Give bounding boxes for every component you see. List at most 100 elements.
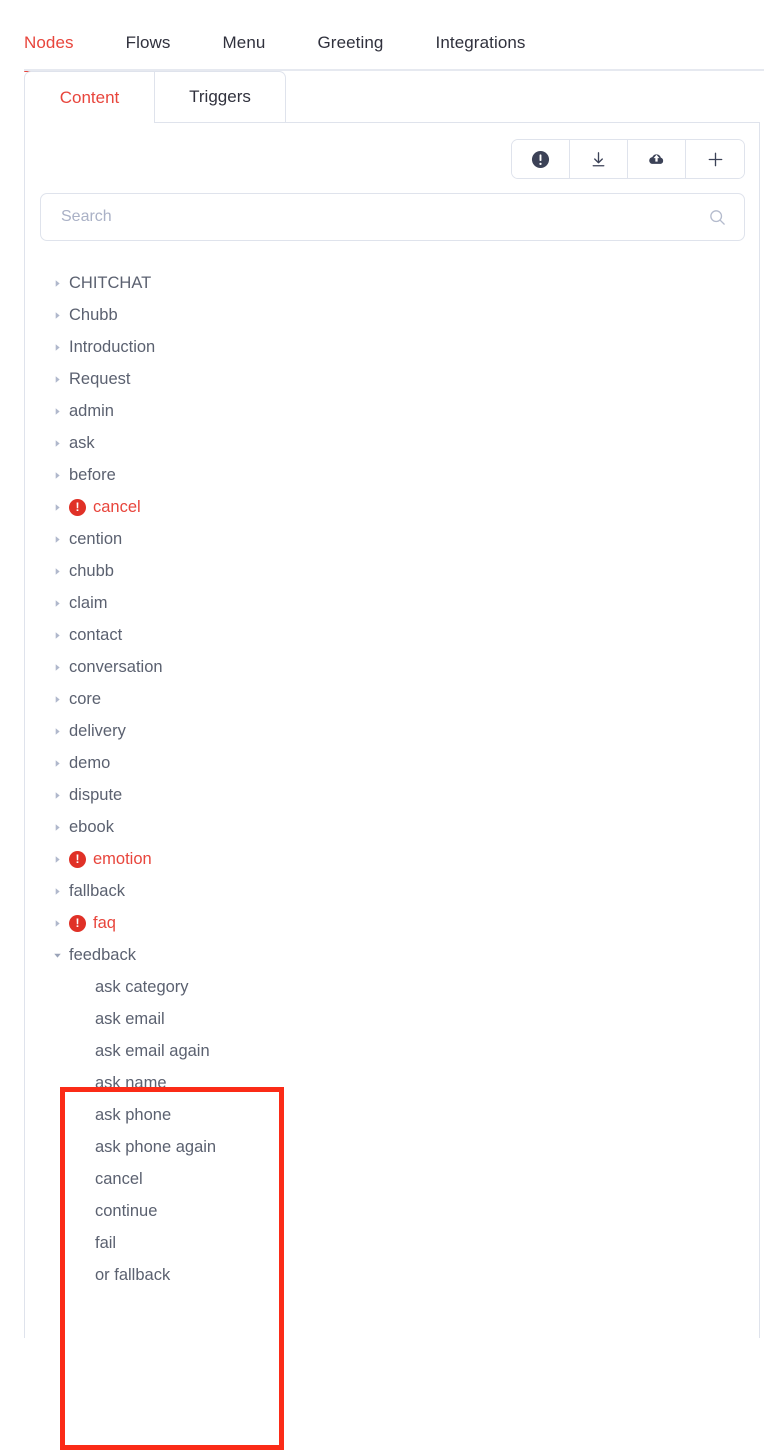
chevron-right-icon[interactable]	[53, 663, 69, 672]
chevron-right-icon[interactable]	[53, 791, 69, 800]
chevron-right-icon[interactable]	[53, 695, 69, 704]
topnav-item-nodes[interactable]: Nodes	[24, 34, 74, 72]
tree-child-row[interactable]: ask category	[25, 971, 759, 1003]
chevron-down-icon[interactable]	[53, 951, 69, 960]
chevron-right-icon[interactable]	[53, 759, 69, 768]
tree-child-row[interactable]: ask email	[25, 1003, 759, 1035]
tree-row[interactable]: Introduction	[25, 331, 759, 363]
cloud-upload-icon	[646, 149, 667, 170]
tree-row[interactable]: dispute	[25, 779, 759, 811]
panel-toolbar	[25, 123, 759, 179]
plus-icon	[706, 150, 725, 169]
chevron-right-icon[interactable]	[53, 631, 69, 640]
tree-row[interactable]: fallback	[25, 875, 759, 907]
tree-row-label: before	[69, 465, 116, 484]
search-icon[interactable]	[708, 208, 744, 227]
download-button[interactable]	[570, 140, 628, 178]
chevron-right-icon[interactable]	[53, 567, 69, 576]
tree-child-row[interactable]: ask phone	[25, 1099, 759, 1131]
tree-child-row[interactable]: fail	[25, 1227, 759, 1259]
chevron-right-icon[interactable]	[53, 855, 69, 864]
tree-child-row[interactable]: cancel	[25, 1163, 759, 1195]
add-node-button[interactable]	[686, 140, 744, 178]
top-navigation: Nodes Flows Menu Greeting Integrations	[0, 0, 764, 72]
tree-row[interactable]: ! emotion	[25, 843, 759, 875]
tree-row-label: CHITCHAT	[69, 273, 152, 292]
tree-child-row[interactable]: or fallback	[25, 1259, 759, 1291]
tree-row-label: Chubb	[69, 305, 118, 324]
chevron-right-icon[interactable]	[53, 727, 69, 736]
error-badge-icon: !	[69, 498, 86, 516]
top-navigation-items: Nodes Flows Menu Greeting Integrations	[0, 0, 764, 72]
tree-row-label: conversation	[69, 657, 163, 676]
tree-row-label: admin	[69, 401, 114, 420]
tab-content[interactable]: Content	[24, 71, 155, 123]
tree-row[interactable]: demo	[25, 747, 759, 779]
tree-row-label: chubb	[69, 561, 114, 580]
download-icon	[589, 150, 608, 169]
tree-row[interactable]: feedback	[25, 939, 759, 971]
toolbar-button-group	[511, 139, 745, 179]
topnav-item-flows[interactable]: Flows	[126, 34, 171, 71]
tree-row[interactable]: conversation	[25, 651, 759, 683]
tree-row[interactable]: before	[25, 459, 759, 491]
chevron-right-icon[interactable]	[53, 503, 69, 512]
tree-row-label: core	[69, 689, 102, 708]
tree-child-row[interactable]: ask name	[25, 1067, 759, 1099]
tree-row-label: ask email again	[95, 1041, 210, 1060]
chevron-right-icon[interactable]	[53, 343, 69, 352]
node-tree: CHITCHAT Chubb Introduction Request admin ask…	[25, 267, 759, 1291]
tree-row-label: feedback	[69, 945, 136, 964]
chevron-right-icon[interactable]	[53, 407, 69, 416]
tree-row[interactable]: ask	[25, 427, 759, 459]
tree-row-label: fallback	[69, 881, 125, 900]
nodes-panel: CHITCHAT Chubb Introduction Request admin ask…	[24, 122, 760, 1450]
tree-row-label: continue	[95, 1201, 158, 1220]
topnav-item-integrations[interactable]: Integrations	[436, 34, 526, 71]
chevron-right-icon[interactable]	[53, 535, 69, 544]
tree-row-label: fail	[95, 1233, 117, 1252]
tree-row[interactable]: ebook	[25, 811, 759, 843]
chevron-right-icon[interactable]	[53, 375, 69, 384]
chevron-right-icon[interactable]	[53, 919, 69, 928]
content-tab-strip: Content Triggers	[0, 71, 764, 123]
chevron-right-icon[interactable]	[53, 887, 69, 896]
tree-row-label: dispute	[69, 785, 123, 804]
tree-child-row[interactable]: ask email again	[25, 1035, 759, 1067]
tab-triggers[interactable]: Triggers	[155, 71, 286, 123]
tree-row[interactable]: core	[25, 683, 759, 715]
tree-row[interactable]: Request	[25, 363, 759, 395]
search-input[interactable]	[41, 194, 708, 240]
tree-row-label: contact	[69, 625, 123, 644]
tree-row[interactable]: chubb	[25, 555, 759, 587]
tree-row[interactable]: contact	[25, 619, 759, 651]
tree-row-label: cancel	[93, 497, 141, 516]
chevron-right-icon[interactable]	[53, 599, 69, 608]
tree-row-label: Request	[69, 369, 131, 388]
upload-button[interactable]	[628, 140, 686, 178]
chevron-right-icon[interactable]	[53, 279, 69, 288]
topnav-item-menu[interactable]: Menu	[223, 34, 266, 71]
chevron-right-icon[interactable]	[53, 439, 69, 448]
tree-row-label: or fallback	[95, 1265, 171, 1284]
tree-child-row[interactable]: continue	[25, 1195, 759, 1227]
tree-row-label: demo	[69, 753, 111, 772]
chevron-right-icon[interactable]	[53, 471, 69, 480]
tree-row[interactable]: Chubb	[25, 299, 759, 331]
tree-row[interactable]: CHITCHAT	[25, 267, 759, 299]
chevron-right-icon[interactable]	[53, 823, 69, 832]
tree-row[interactable]: admin	[25, 395, 759, 427]
errors-button[interactable]	[512, 140, 570, 178]
tree-row-label: ask	[69, 433, 95, 452]
tree-row-label: ask name	[95, 1073, 167, 1092]
chevron-right-icon[interactable]	[53, 311, 69, 320]
tree-row[interactable]: delivery	[25, 715, 759, 747]
tree-row[interactable]: ! faq	[25, 907, 759, 939]
tree-row[interactable]: ! cancel	[25, 491, 759, 523]
tree-row[interactable]: claim	[25, 587, 759, 619]
topnav-item-greeting[interactable]: Greeting	[317, 34, 383, 71]
tree-row-label: Introduction	[69, 337, 156, 356]
tree-child-row[interactable]: ask phone again	[25, 1131, 759, 1163]
tree-row[interactable]: cention	[25, 523, 759, 555]
search-bar	[40, 193, 745, 241]
